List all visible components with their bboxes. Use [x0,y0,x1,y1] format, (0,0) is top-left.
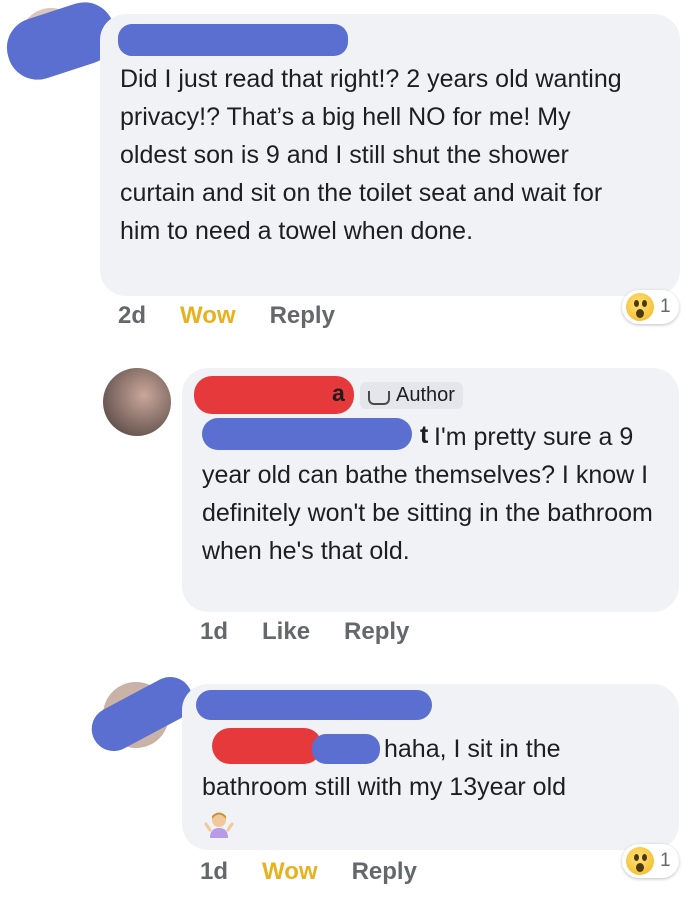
author-badge: Author [360,382,463,409]
comment-bubble: Did I just read that right!? 2 years old… [100,14,680,296]
reply-text: I'm pretty sure a 9 year old can bathe t… [202,423,653,565]
author-name-redaction [194,376,354,414]
like-button[interactable]: Like [262,618,310,646]
reply-text-line-2: bathroom still with my 13year old [202,773,567,801]
reply-button[interactable]: Reply [352,858,417,886]
author-badge-label: Author [396,384,455,406]
reply-button[interactable]: Reply [344,618,409,646]
reply-timestamp[interactable]: 1d [200,618,228,646]
reply-bubble: a Author t I'm pretty sure a 9 year old … [182,368,679,612]
reaction-count: 1 [660,850,671,871]
reply-timestamp[interactable]: 1d [200,858,228,886]
commenter-name-redaction [196,690,432,720]
reaction-button[interactable]: Wow [262,858,318,886]
reaction-count-pill[interactable]: 1 [622,844,679,878]
wow-reaction-icon [626,847,654,875]
reply-bubble: haha, I sit in the bathroom still with m… [182,684,679,850]
mention-redaction [312,734,380,764]
author-avatar[interactable] [103,368,171,436]
reply-button[interactable]: Reply [270,302,335,330]
reaction-count-pill[interactable]: 1 [622,290,679,324]
person-shrugging-emoji [204,812,234,838]
comment-actions: 2d Wow Reply [118,302,369,330]
coffee-icon [368,390,390,405]
mention-redaction [212,728,322,764]
author-name-suffix: a [332,380,345,406]
reaction-count: 1 [660,296,671,317]
comment-text: Did I just read that right!? 2 years old… [120,65,622,245]
wow-reaction-icon [626,293,654,321]
commenter-name-redaction [118,24,348,56]
reaction-button[interactable]: Wow [180,302,236,330]
reply-actions: 1d Like Reply [200,618,443,646]
reply-text-line-1: haha, I sit in the [384,735,561,763]
reply-actions: 1d Wow Reply [200,858,451,886]
comment-timestamp[interactable]: 2d [118,302,146,330]
